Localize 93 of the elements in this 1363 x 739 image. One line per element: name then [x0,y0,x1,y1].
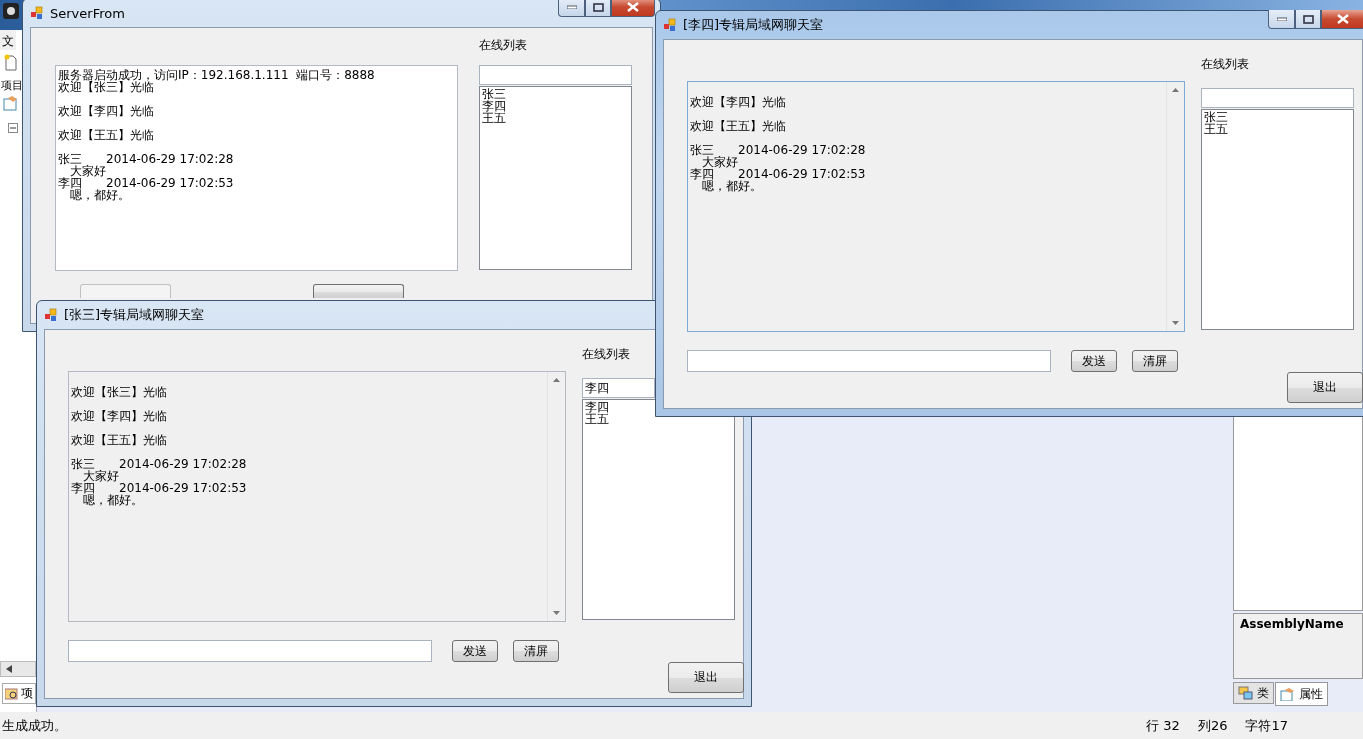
list-item[interactable]: 张三 [482,88,506,100]
scrollbar[interactable] [0,661,36,677]
log-line: 欢迎【王五】光临 [71,434,168,446]
maximize-icon [1302,14,1314,24]
minimize-icon [566,5,577,9]
sender-name: 张三 [58,153,82,165]
sender-name: 李四 [690,168,714,180]
app-icon [30,6,44,20]
message-time: 2014-06-29 17:02:28 [106,152,234,166]
send-button[interactable]: 发送 [452,640,498,662]
window-title: [李四]专辑局域网聊天室 [683,16,824,34]
app-icon [44,308,58,322]
properties-icon[interactable] [3,95,19,111]
close-icon [627,2,639,12]
message-time: 2014-06-29 17:02:28 [119,457,247,471]
message-text: 嗯，都好。 [70,189,131,201]
send-button[interactable]: 发送 [1071,350,1117,372]
close-button[interactable] [611,0,655,17]
scroll-down-icon[interactable] [553,611,560,615]
list-item[interactable]: 王五 [482,112,506,124]
message-text: 大家好 [70,165,107,177]
scroll-up-icon[interactable] [553,378,560,382]
panel-tab[interactable]: 类 [1233,682,1274,704]
app-icon [663,18,677,32]
panel-tab[interactable]: 属性 [1275,682,1328,706]
minimize-button[interactable] [1268,10,1295,29]
log-line: 欢迎【张三】光临 [58,81,154,93]
class-icon [1238,686,1254,700]
online-label: 在线列表 [479,38,528,52]
user-field[interactable]: 李四 [582,378,655,398]
online-list[interactable]: 张三 李四 王五 [479,86,632,270]
list-item[interactable]: 王五 [1204,123,1228,135]
log-line: 欢迎【李四】光临 [58,105,155,117]
window-title: [张三]专辑局域网聊天室 [64,306,205,324]
list-item[interactable]: 李四 [482,100,506,112]
sender-name: 李四 [71,482,95,494]
maximize-button[interactable] [585,0,611,17]
scroll-down-icon[interactable] [1172,321,1179,325]
minimize-icon [1276,17,1287,21]
message-field[interactable] [687,350,1051,372]
clear-button[interactable]: 清屏 [513,640,559,662]
minimize-button[interactable] [558,0,585,17]
list-item[interactable]: 王五 [585,413,609,425]
message-text: 大家好 [702,156,739,168]
exit-button[interactable]: 退出 [1287,372,1363,403]
message-time: 2014-06-29 17:02:53 [119,481,247,495]
char-number: 字符17 [1245,716,1288,735]
stop-server-button[interactable] [313,284,404,298]
close-button[interactable] [1321,10,1363,29]
status-message: 生成成功。 [2,716,67,735]
maximize-button[interactable] [1295,10,1321,29]
new-file-icon[interactable] [3,54,19,72]
sender-name: 张三 [71,458,95,470]
message-text: 嗯，都好。 [83,494,144,506]
search-icon [5,687,19,700]
sender-name: 张三 [690,144,714,156]
menu-item[interactable]: 文 [0,30,16,50]
online-label: 在线列表 [582,347,631,361]
sender-name: 李四 [58,177,82,189]
message-text: 嗯，都好。 [702,180,763,192]
log-line: 欢迎【李四】光临 [71,410,168,422]
message-text: 大家好 [83,470,120,482]
panel-title: 项目 [0,78,23,94]
log-line: 欢迎【王五】光临 [58,129,155,141]
line-number: 行 32 [1146,716,1180,735]
maximize-icon [592,2,604,12]
log-line: 欢迎【王五】光临 [690,120,787,132]
message-time: 2014-06-29 17:02:53 [738,167,866,181]
property-name: AssemblyName [1233,613,1363,679]
online-label: 在线列表 [1201,57,1250,71]
log-line: 欢迎【李四】光临 [690,96,787,108]
online-list[interactable]: 张三 王五 [1201,109,1354,330]
log-line: 欢迎【张三】光临 [71,386,168,398]
close-icon [1337,14,1349,24]
scroll-left-icon[interactable] [6,665,12,673]
scroll-up-icon[interactable] [1172,88,1179,92]
user-field[interactable] [479,65,632,85]
ide-logo-icon [2,2,20,20]
list-item[interactable]: 张三 [1204,111,1228,123]
exit-button[interactable]: 退出 [668,662,744,693]
window-title: ServerFrom [50,5,125,21]
column-number: 列26 [1197,716,1228,735]
properties-icon [1280,687,1296,701]
clear-button[interactable]: 清屏 [1132,350,1178,372]
online-list[interactable]: 李四 王五 [582,399,735,620]
message-time: 2014-06-29 17:02:53 [106,176,234,190]
collapse-icon[interactable] [8,123,18,133]
list-item[interactable]: 李四 [585,401,609,413]
message-field[interactable] [68,640,432,662]
log-line: 服务器启动成功，访问IP：192.168.1.111 端口号：8888 [58,69,376,81]
message-time: 2014-06-29 17:02:28 [738,143,866,157]
panel-tab[interactable]: 项 [2,683,36,704]
user-field[interactable] [1201,88,1354,108]
